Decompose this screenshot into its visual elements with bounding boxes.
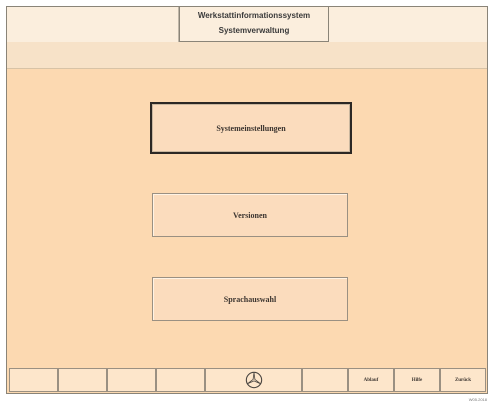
sprachauswahl-button[interactable]: Sprachauswahl [152,277,348,321]
bottom-toolbar: Ablauf Hilfe Zurück [7,364,487,393]
home-button[interactable] [205,368,302,392]
app-title: Werkstattinformationssystem [197,11,311,20]
toolbar-slot-1[interactable] [9,368,58,392]
systemeinstellungen-button[interactable]: Systemeinstellungen [150,102,352,154]
header-bar: Werkstattinformationssystem Systemverwal… [7,7,487,43]
toolbar-slot-4[interactable] [156,368,205,392]
toolbar-slot-3[interactable] [107,368,156,392]
mercedes-star-icon [245,371,262,389]
ablauf-button[interactable]: Ablauf [348,368,394,392]
versionen-button[interactable]: Versionen [152,193,348,237]
toolbar-slot-6[interactable] [302,368,348,392]
zurueck-button[interactable]: Zurück [440,368,486,392]
image-code: W05.2018 [468,397,487,402]
section-title: Systemverwaltung [218,26,290,35]
toolbar-slot-2[interactable] [58,368,107,392]
header-segment-left [7,7,179,42]
hilfe-button[interactable]: Hilfe [394,368,440,392]
info-strip [7,42,487,69]
app-window: Werkstattinformationssystem Systemverwal… [6,6,488,394]
page-title: Werkstattinformationssystem Systemverwal… [179,7,329,42]
header-segment-right [329,7,487,42]
